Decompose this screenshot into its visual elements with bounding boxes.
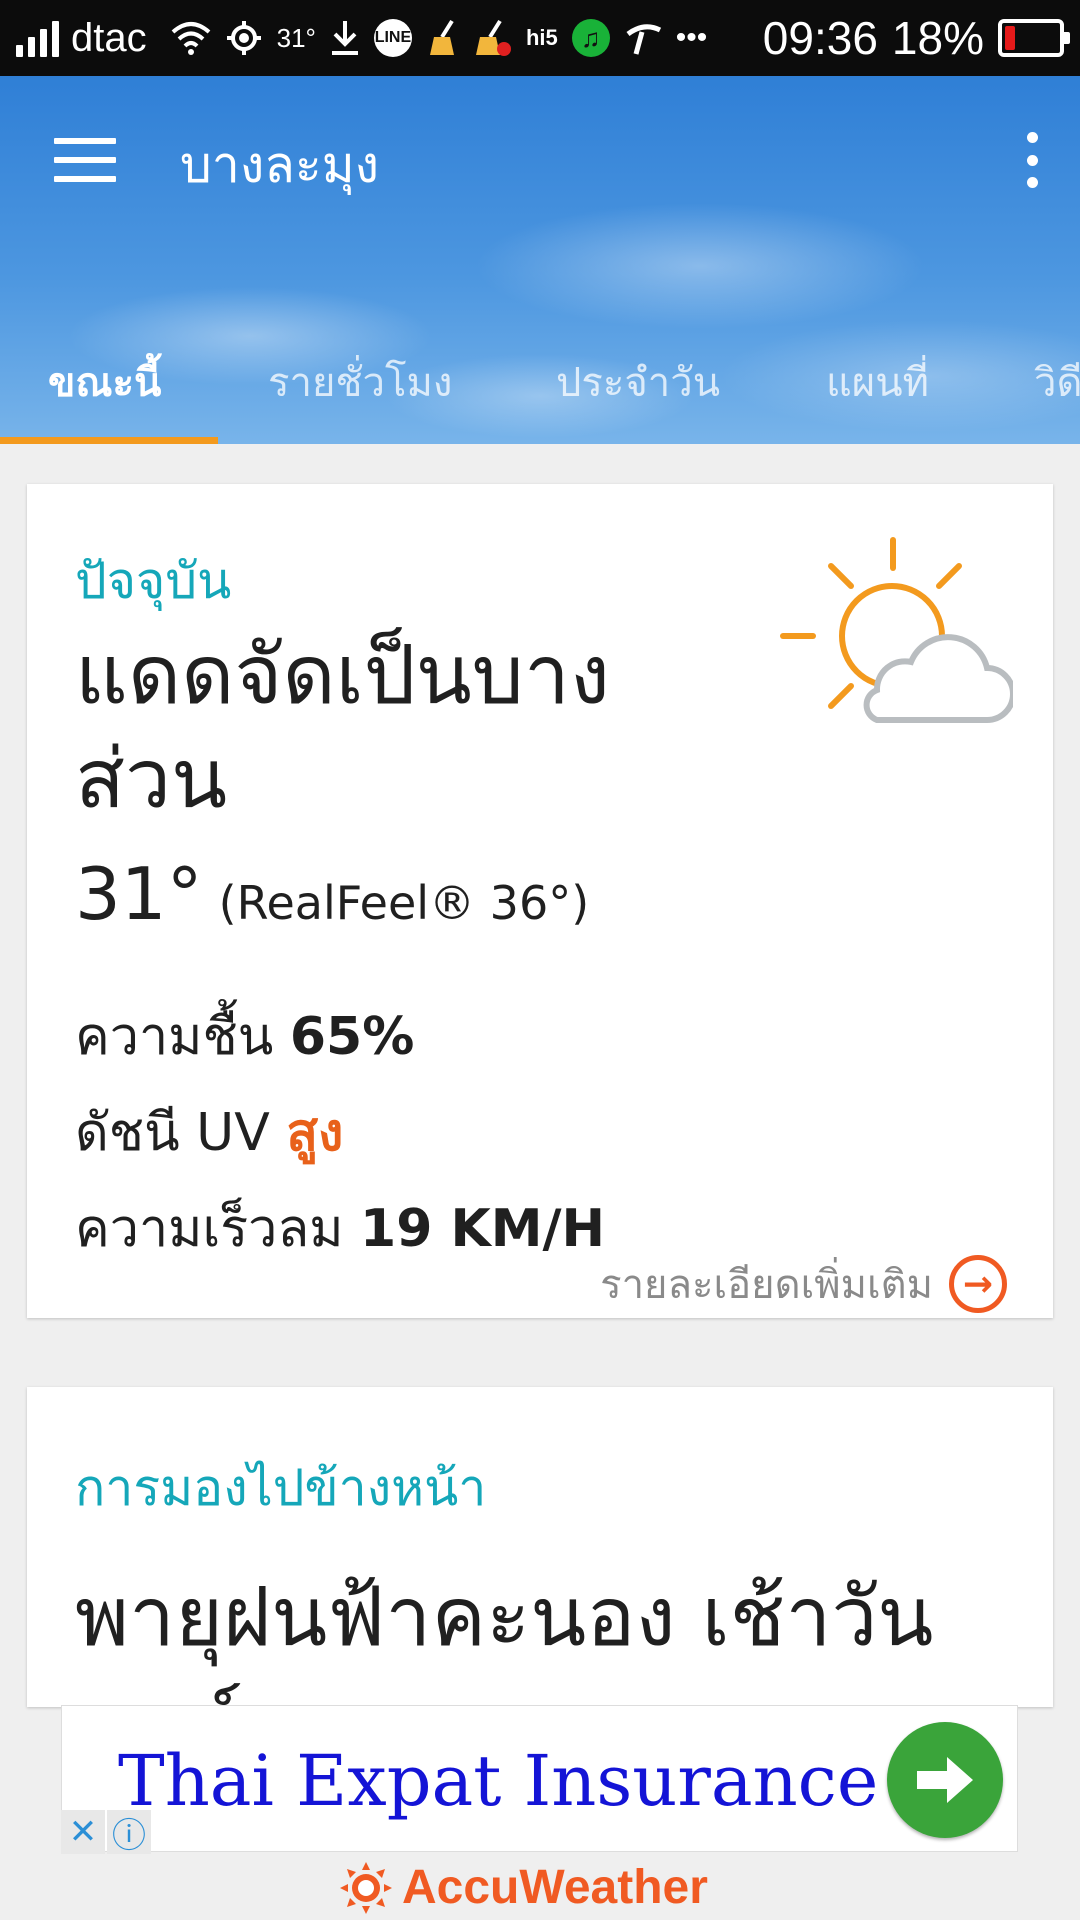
app-header: บางละมุง ขณะนี้ รายชั่วโมง ประจำวัน แผนท… [0,76,1080,444]
realfeel-value: (RealFeel® 36°) [218,876,590,930]
more-details-label: รายละเอียดเพิ่มเติม [600,1262,933,1308]
condition-text: แดดจัดเป็นบางส่วน [75,628,610,827]
ad-close-icon[interactable]: ✕ [61,1810,105,1854]
download-icon [330,16,360,60]
uv-label: ดัชนี UV [75,1103,270,1163]
temperature-value: 31° [75,852,203,936]
music-note-icon: ♫ [571,19,610,57]
current-conditions-card[interactable]: ปัจจุบัน แดดจัดเป็นบางส่วน 31° (RealFeel… [27,484,1053,1318]
wind-speed-row: ความเร็วลม 19 KM/H [75,1186,605,1269]
humidity-value: 65% [289,1007,415,1067]
more-details-link[interactable]: รายละเอียดเพิ่มเติม → [600,1252,1007,1316]
wifi-icon [171,16,211,60]
line-app-icon: LINE [373,19,412,57]
status-bar: dtac 31° LINE hi5 ♫ ••• 09:36 18% [0,0,1080,76]
wind-label: ความเร็วลม [75,1199,344,1259]
brand-footer: AccuWeather [340,1860,708,1915]
outlook-text: พายุฝนฟ้าคะนอง เช้าวันเสาร์ [75,1570,934,1707]
partly-sunny-icon [780,537,1013,723]
ad-go-arrow-icon[interactable] [887,1722,1003,1838]
uv-value: สูง [286,1103,344,1163]
outlook-section-label: การมองไปข้างหน้า [75,1459,487,1517]
overflow-menu-icon[interactable] [1022,132,1042,188]
ad-banner[interactable]: Thai Expat Insurance » [61,1705,1018,1852]
brand-name: AccuWeather [402,1861,708,1914]
arrow-right-circle-icon: → [949,1255,1007,1313]
accuweather-sun-icon [340,1861,392,1914]
tab-maps[interactable]: แผนที่ [826,350,929,414]
ad-info-icon[interactable]: ⓘ [107,1810,151,1856]
temperature-indicator: 31° [276,22,316,53]
clock: 09:36 [762,12,878,64]
outlook-card[interactable]: การมองไปข้างหน้า พายุฝนฟ้าคะนอง เช้าวันเ… [27,1387,1053,1707]
ad-text[interactable]: Thai Expat Insurance » [118,1740,943,1822]
temperature-line: 31° (RealFeel® 36°) [75,852,589,936]
broom-icon [426,16,460,60]
menu-icon[interactable] [54,138,116,182]
tab-hourly[interactable]: รายชั่วโมง [268,350,452,414]
battery-percent: 18% [891,12,984,64]
ad-controls: ✕ ⓘ [61,1810,151,1856]
carrier-name: dtac [71,15,147,60]
wind-value: 19 KM/H [360,1199,606,1259]
tab-bar: ขณะนี้ รายชั่วโมง ประจำวัน แผนที่ วิดี [0,304,1080,444]
location-title[interactable]: บางละมุง [180,126,379,205]
tab-now[interactable]: ขณะนี้ [48,350,161,414]
broom-alert-icon [474,16,512,60]
tab-daily[interactable]: ประจำวัน [556,350,720,414]
dtac-app-icon [624,16,662,60]
humidity-label: ความชื้น [75,1007,274,1067]
tab-video[interactable]: วิดี [1034,350,1080,414]
hi5-app-icon: hi5 [525,25,558,50]
uv-index-row: ดัชนี UV สูง [75,1090,343,1173]
location-target-icon [225,16,263,60]
battery-icon [998,19,1070,57]
signal-strength-icon [16,19,59,57]
more-notifications-icon: ••• [675,21,708,54]
current-section-label: ปัจจุบัน [75,552,232,610]
active-tab-indicator [0,437,218,444]
humidity-row: ความชื้น 65% [75,994,414,1077]
